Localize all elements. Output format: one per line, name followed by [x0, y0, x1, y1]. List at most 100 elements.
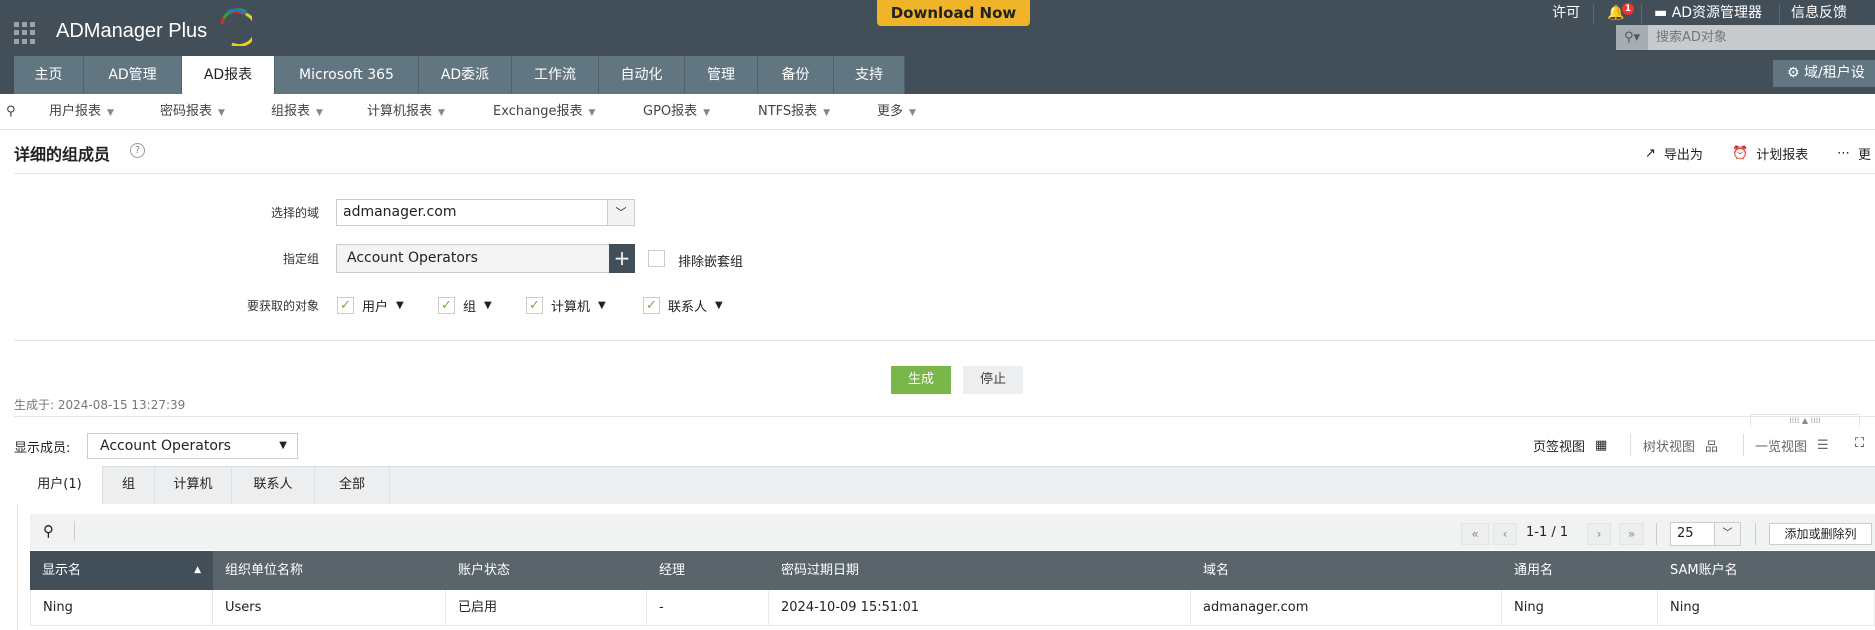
- caret-down-icon: ▼: [107, 108, 114, 118]
- object-contact-option[interactable]: ✓ 联系人 ▼: [643, 296, 723, 315]
- tree-view-button[interactable]: 树状视图品: [1643, 436, 1718, 455]
- stop-button[interactable]: 停止: [963, 366, 1023, 394]
- object-user-option[interactable]: ✓ 用户 ▼: [337, 296, 404, 315]
- prev-page-button[interactable]: ‹: [1493, 523, 1517, 545]
- object-label: 用户: [362, 300, 389, 315]
- column-header-sam-name[interactable]: SAM账户名: [1658, 551, 1875, 590]
- list-icon: ☰: [1817, 438, 1829, 453]
- add-remove-columns-button[interactable]: 添加或删除列: [1769, 523, 1872, 545]
- table-cell: Users: [213, 590, 446, 626]
- last-page-button[interactable]: »: [1619, 523, 1644, 545]
- download-now-button[interactable]: Download Now: [877, 0, 1030, 26]
- page-size-select[interactable]: 25 ﹀: [1670, 522, 1741, 546]
- page-range: 1-1 / 1: [1526, 525, 1569, 540]
- caret-down-icon[interactable]: ▼: [484, 300, 492, 311]
- object-computer-option[interactable]: ✓ 计算机 ▼: [526, 296, 606, 315]
- tab-workflow[interactable]: 工作流: [512, 56, 599, 94]
- domain-settings-button[interactable]: ⚙ 域/租户设: [1773, 60, 1875, 87]
- caret-down-icon[interactable]: ▼: [396, 300, 404, 311]
- domain-value: admanager.com: [343, 204, 457, 220]
- tab-computers[interactable]: 计算机: [155, 466, 232, 504]
- generate-button[interactable]: 生成: [891, 366, 951, 394]
- domain-settings-label: 域/租户设: [1804, 65, 1865, 81]
- collapse-handle[interactable]: ⁞⁞⁞⁞ ▲ ⁞⁞⁞⁞: [1750, 414, 1860, 427]
- object-label: 组: [463, 300, 477, 315]
- tab-ad-delegation[interactable]: AD委派: [419, 56, 512, 94]
- checkbox-checked[interactable]: ✓: [438, 297, 455, 314]
- subnav-more[interactable]: 更多 ▼: [877, 94, 916, 130]
- tab-microsoft-365[interactable]: Microsoft 365: [275, 56, 419, 94]
- caret-down-icon: ▼: [279, 440, 287, 451]
- caret-down-icon[interactable]: ▼: [598, 300, 606, 311]
- fullscreen-icon[interactable]: ⛶: [1855, 436, 1864, 451]
- checkbox-checked[interactable]: ✓: [643, 297, 660, 314]
- domain-select[interactable]: admanager.com ﹀: [336, 199, 635, 226]
- checkbox-checked[interactable]: ✓: [337, 297, 354, 314]
- subnav-label: NTFS报表: [758, 104, 818, 119]
- license-link[interactable]: 许可: [1552, 3, 1580, 23]
- subnav-computer-reports[interactable]: 计算机报表 ▼: [367, 94, 445, 130]
- column-header-domain[interactable]: 域名: [1191, 551, 1502, 590]
- schedule-report-button[interactable]: ⏰ 计划报表: [1732, 144, 1808, 163]
- more-label: 更: [1858, 148, 1872, 163]
- page-title: 详细的组成员: [14, 145, 111, 164]
- subnav-label: 计算机报表: [367, 104, 433, 119]
- caret-down-icon[interactable]: ▼: [715, 300, 723, 311]
- subnav-label: 密码报表: [160, 104, 213, 119]
- more-button[interactable]: ⋯ 更: [1837, 144, 1871, 163]
- tab-automation[interactable]: 自动化: [599, 56, 685, 94]
- more-icon: ⋯: [1837, 146, 1850, 161]
- divider: [1755, 523, 1756, 545]
- checkbox-checked[interactable]: ✓: [526, 297, 543, 314]
- export-button[interactable]: ↗ 导出为: [1645, 144, 1703, 163]
- caret-down-icon: ▼: [909, 108, 916, 118]
- tab-home[interactable]: 主页: [14, 56, 84, 94]
- hierarchy-icon: 品: [1705, 440, 1719, 455]
- table-search-icon[interactable]: ⚲: [43, 522, 54, 540]
- search-ad-objects[interactable]: ⚲▾: [1616, 25, 1875, 50]
- tab-view-button[interactable]: 页签视图 ▦: [1533, 436, 1607, 455]
- add-group-button[interactable]: +: [609, 244, 635, 273]
- tab-support[interactable]: 支持: [834, 56, 905, 94]
- column-header-common-name[interactable]: 通用名: [1502, 551, 1658, 590]
- tab-backup[interactable]: 备份: [758, 56, 834, 94]
- object-group-option[interactable]: ✓ 组 ▼: [438, 296, 492, 315]
- tab-all[interactable]: 全部: [315, 466, 390, 504]
- subnav-password-reports[interactable]: 密码报表 ▼: [160, 94, 225, 130]
- subnav-exchange-reports[interactable]: Exchange报表 ▼: [493, 94, 595, 130]
- subnav-group-reports[interactable]: 组报表 ▼: [271, 94, 323, 130]
- subnav-user-reports[interactable]: 用户报表 ▼: [49, 94, 114, 130]
- tab-contacts[interactable]: 联系人: [232, 466, 315, 504]
- ad-explorer-link[interactable]: ▬ AD资源管理器: [1654, 3, 1762, 23]
- chevron-down-icon[interactable]: ﹀: [607, 200, 634, 225]
- show-members-value: Account Operators: [100, 438, 231, 454]
- app-grid-icon[interactable]: [14, 22, 36, 44]
- search-icon[interactable]: ⚲▾: [1616, 25, 1648, 50]
- search-reports-icon[interactable]: ⚲: [6, 94, 16, 130]
- group-input[interactable]: Account Operators: [336, 244, 635, 273]
- column-header-display-name[interactable]: 显示名 ▲: [30, 551, 213, 590]
- first-page-button[interactable]: «: [1461, 523, 1489, 545]
- column-header-ou[interactable]: 组织单位名称: [213, 551, 446, 590]
- column-header-account-status[interactable]: 账户状态: [446, 551, 647, 590]
- subnav-ntfs-reports[interactable]: NTFS报表 ▼: [758, 94, 830, 130]
- exclude-nested-checkbox[interactable]: [648, 250, 665, 267]
- subnav-gpo-reports[interactable]: GPO报表 ▼: [643, 94, 710, 130]
- alarm-clock-icon: ⏰: [1732, 146, 1749, 161]
- list-view-button[interactable]: 一览视图 ☰: [1755, 436, 1829, 455]
- divider: [1630, 434, 1631, 456]
- search-input[interactable]: [1648, 25, 1875, 50]
- column-header-manager[interactable]: 经理: [647, 551, 769, 590]
- tab-users[interactable]: 用户(1): [17, 466, 103, 504]
- tab-ad-reports[interactable]: AD报表: [182, 56, 275, 94]
- tab-ad-management[interactable]: AD管理: [84, 56, 182, 94]
- feedback-link[interactable]: 信息反馈: [1791, 3, 1847, 23]
- next-page-button[interactable]: ›: [1587, 523, 1611, 545]
- tab-groups[interactable]: 组: [103, 466, 155, 504]
- show-members-select[interactable]: Account Operators ▼: [87, 433, 298, 459]
- logo: ADManager Plus: [56, 20, 208, 42]
- tab-admin[interactable]: 管理: [685, 56, 758, 94]
- help-icon[interactable]: ?: [130, 143, 145, 158]
- divider: [1641, 4, 1642, 24]
- column-header-password-expiry[interactable]: 密码过期日期: [769, 551, 1191, 590]
